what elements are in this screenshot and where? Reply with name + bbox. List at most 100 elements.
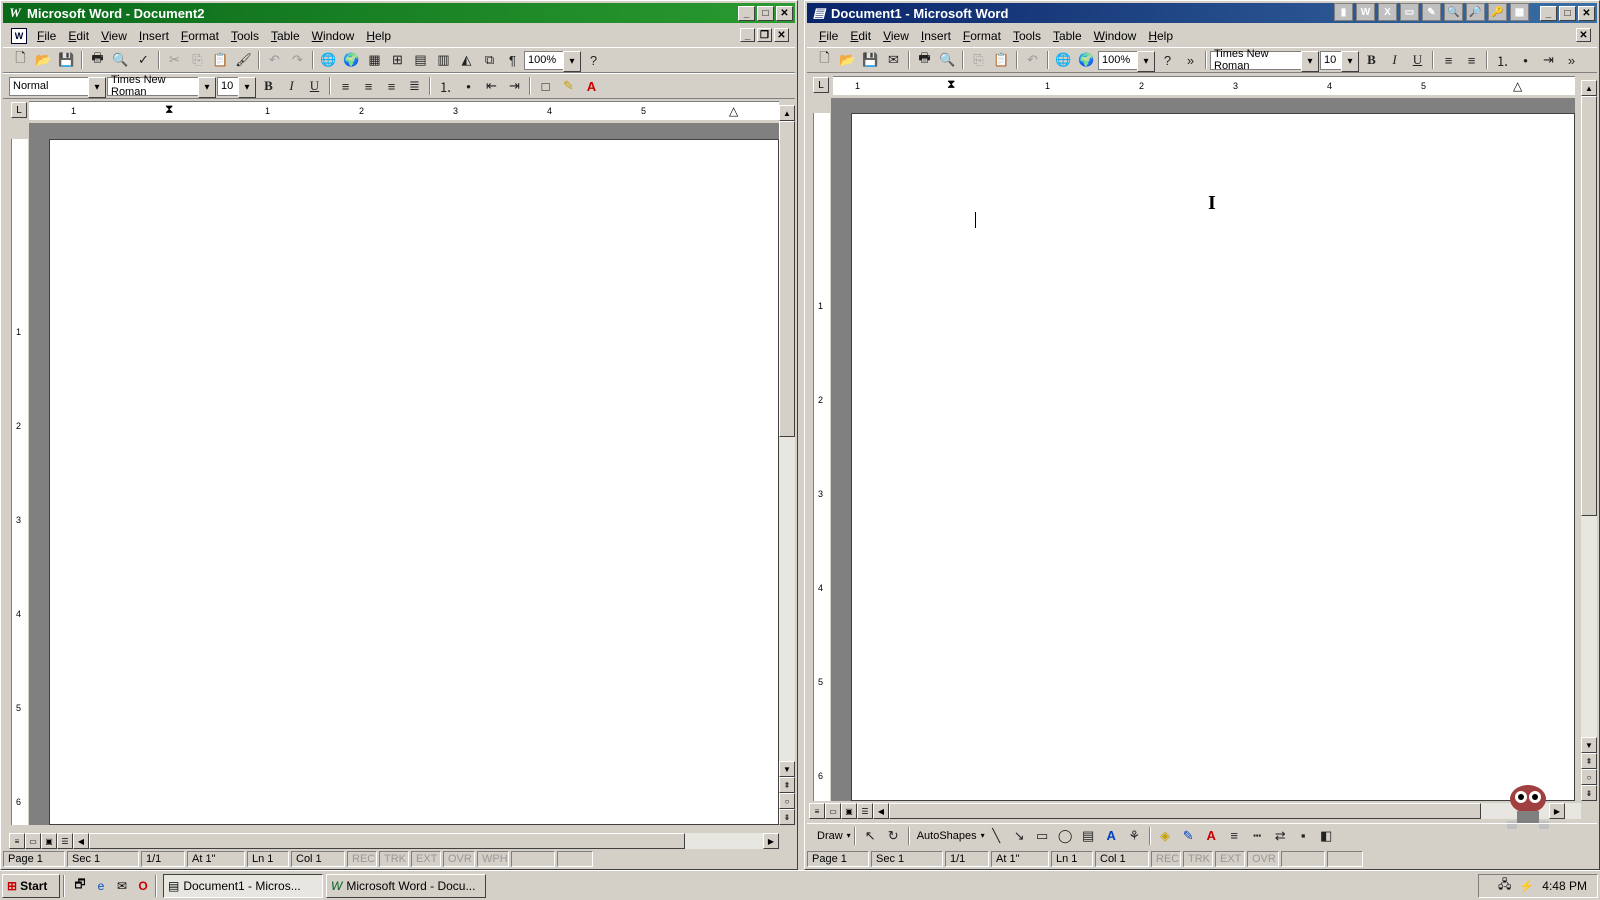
copy-icon[interactable]: ⎘ xyxy=(186,49,209,71)
menu-insert[interactable]: Insert xyxy=(915,29,957,43)
align-left-icon[interactable]: ≡ xyxy=(334,75,357,97)
scroll-thumb[interactable] xyxy=(1581,96,1597,516)
menu-format[interactable]: Format xyxy=(175,29,225,43)
scroll-up-button[interactable]: ▲ xyxy=(779,105,795,121)
zoom-select[interactable]: 100% xyxy=(524,50,581,72)
word-window-document2[interactable]: W Microsoft Word - Document2 _ □ ✕ W Fil… xyxy=(0,0,798,870)
new-icon[interactable]: 🗋 xyxy=(813,49,836,71)
doc-restore-button[interactable]: ❐ xyxy=(757,28,772,42)
menu-view[interactable]: View xyxy=(877,29,915,43)
font-color-icon[interactable]: A xyxy=(1200,825,1223,847)
status-ovr[interactable]: OVR xyxy=(1247,851,1279,867)
document-map-icon[interactable]: ⧉ xyxy=(478,49,501,71)
increase-indent-icon[interactable]: ⇥ xyxy=(1537,49,1560,71)
browse-object-button[interactable]: ○ xyxy=(1581,769,1597,785)
document-page[interactable]: I xyxy=(851,113,1575,801)
print-layout-button[interactable]: ▣ xyxy=(841,803,857,819)
3d-icon[interactable]: ◧ xyxy=(1315,825,1338,847)
right-indent-marker[interactable]: △ xyxy=(729,104,738,118)
tab-selector[interactable]: L xyxy=(11,102,27,118)
insert-table-icon[interactable]: ⊞ xyxy=(386,49,409,71)
open-icon[interactable]: 📂 xyxy=(32,49,55,71)
select-objects-icon[interactable]: ↖ xyxy=(859,825,882,847)
document-icon[interactable]: W xyxy=(11,28,27,44)
doc-minimize-button[interactable]: _ xyxy=(740,28,755,42)
align-left-icon[interactable]: ≡ xyxy=(1437,49,1460,71)
title-bar[interactable]: ▤ Document1 - Microsoft Word ▮ W X ▭ ✎ 🔍… xyxy=(807,3,1597,23)
align-center-icon[interactable]: ≡ xyxy=(1460,49,1483,71)
spelling-icon[interactable]: ✓ xyxy=(132,49,155,71)
line-icon[interactable]: ╲ xyxy=(985,825,1008,847)
scroll-thumb[interactable] xyxy=(779,121,795,437)
cut-icon[interactable]: ✂ xyxy=(163,49,186,71)
bold-button[interactable]: B xyxy=(257,75,280,97)
style-select[interactable]: Normal xyxy=(9,76,106,98)
status-wph[interactable]: WPH xyxy=(477,851,509,867)
right-indent-marker[interactable]: △ xyxy=(1513,79,1522,93)
network-icon[interactable]: 🖧 xyxy=(1498,875,1511,896)
powerpoint-icon[interactable]: ▭ xyxy=(1400,3,1419,21)
text-box-icon[interactable]: ▤ xyxy=(1077,825,1100,847)
oval-icon[interactable]: ◯ xyxy=(1054,825,1077,847)
save-icon[interactable]: 💾 xyxy=(55,49,78,71)
horizontal-ruler[interactable]: 1 1 2 3 4 5 ⧗ △ xyxy=(29,101,779,121)
excel-icon[interactable]: X xyxy=(1378,3,1397,21)
menu-window[interactable]: Window xyxy=(1088,29,1143,43)
normal-view-button[interactable]: ≡ xyxy=(9,833,25,849)
help-icon[interactable]: ? xyxy=(1156,49,1179,71)
normal-view-button[interactable]: ≡ xyxy=(809,803,825,819)
document-icon[interactable]: ▤ xyxy=(811,5,827,21)
indent-marker[interactable]: ⧗ xyxy=(165,102,173,117)
hscroll-thumb[interactable] xyxy=(889,803,1481,819)
outline-view-button[interactable]: ☰ xyxy=(57,833,73,849)
vertical-scrollbar[interactable]: ▲ ▼ ⇞ ○ ⇟ xyxy=(1581,80,1597,801)
indent-marker[interactable]: ⧗ xyxy=(947,77,955,92)
drawing-icon[interactable]: ◭ xyxy=(455,49,478,71)
tab-selector[interactable]: L xyxy=(813,77,829,93)
menu-file[interactable]: File xyxy=(31,29,62,43)
free-rotate-icon[interactable]: ↻ xyxy=(882,825,905,847)
font-size-select[interactable]: 10 xyxy=(217,76,256,98)
scroll-up-button[interactable]: ▲ xyxy=(1581,80,1597,96)
search-icon[interactable]: 🔍 xyxy=(1444,3,1463,21)
hyperlink-icon[interactable]: 🌐 xyxy=(1052,49,1075,71)
maximize-button[interactable]: □ xyxy=(757,6,774,21)
status-ext[interactable]: EXT xyxy=(411,851,441,867)
internet-explorer-icon[interactable]: e xyxy=(92,877,110,895)
show-hide-icon[interactable]: ¶ xyxy=(501,49,524,71)
minimize-button[interactable]: _ xyxy=(738,6,755,21)
word-window-document1[interactable]: ▤ Document1 - Microsoft Word ▮ W X ▭ ✎ 🔍… xyxy=(804,0,1600,870)
status-trk[interactable]: TRK xyxy=(379,851,409,867)
numbering-icon[interactable]: ⒈ xyxy=(434,75,457,97)
clip-art-icon[interactable]: ⚘ xyxy=(1123,825,1146,847)
menu-format[interactable]: Format xyxy=(957,29,1007,43)
status-rec[interactable]: REC xyxy=(1151,851,1181,867)
paste-icon[interactable]: 📋 xyxy=(990,49,1013,71)
menu-table[interactable]: Table xyxy=(265,29,306,43)
taskbar-button-document2[interactable]: W Microsoft Word - Docu... xyxy=(326,873,486,898)
menu-view[interactable]: View xyxy=(95,29,133,43)
menu-file[interactable]: File xyxy=(813,29,844,43)
align-right-icon[interactable]: ≡ xyxy=(380,75,403,97)
doc-close-button[interactable]: ✕ xyxy=(774,28,789,42)
opera-icon[interactable]: O xyxy=(134,877,152,895)
save-icon[interactable]: 💾 xyxy=(859,49,882,71)
menu-help[interactable]: Help xyxy=(1142,29,1179,43)
antivirus-icon[interactable]: ⚡ xyxy=(1519,879,1534,893)
bullets-icon[interactable]: • xyxy=(1514,49,1537,71)
copy-icon[interactable]: ⎘ xyxy=(967,49,990,71)
scroll-right-button[interactable]: ▶ xyxy=(763,833,779,849)
previous-page-button[interactable]: ⇞ xyxy=(1581,753,1597,769)
clock[interactable]: 4:48 PM xyxy=(1542,879,1587,893)
italic-button[interactable]: I xyxy=(1383,49,1406,71)
undo-icon[interactable]: ↶ xyxy=(263,49,286,71)
title-bar[interactable]: W Microsoft Word - Document2 _ □ ✕ xyxy=(3,3,795,23)
tables-borders-icon[interactable]: ▦ xyxy=(363,49,386,71)
format-painter-icon[interactable]: 🖌 xyxy=(232,49,255,71)
new-icon[interactable]: 🗋 xyxy=(9,49,32,71)
vertical-scrollbar[interactable]: ▲ ▼ ⇞ ○ ⇟ xyxy=(779,105,795,825)
find-icon[interactable]: 🔎 xyxy=(1466,3,1485,21)
underline-button[interactable]: U xyxy=(303,75,326,97)
taskbar-button-document1[interactable]: ▤ Document1 - Micros... xyxy=(163,873,323,898)
wordart-icon[interactable]: A xyxy=(1100,825,1123,847)
